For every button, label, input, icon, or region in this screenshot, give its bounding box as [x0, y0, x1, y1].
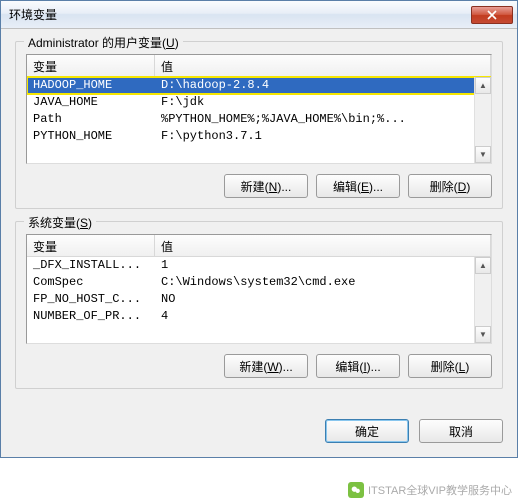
edit-button[interactable]: 编辑(E)... [316, 174, 400, 198]
table-row[interactable]: ComSpecC:\Windows\system32\cmd.exe [27, 274, 491, 291]
close-icon [487, 10, 497, 20]
titlebar[interactable]: 环境变量 [1, 1, 517, 29]
scroll-down-icon[interactable]: ▼ [475, 146, 491, 163]
table-row[interactable]: _DFX_INSTALL...1 [27, 257, 491, 274]
table-row[interactable]: PYTHON_HOMEF:\python3.7.1 [27, 128, 491, 145]
col-variable[interactable]: 变量 [27, 55, 155, 76]
table-row[interactable]: Path%PYTHON_HOME%;%JAVA_HOME%\bin;%... [27, 111, 491, 128]
ok-button[interactable]: 确定 [325, 419, 409, 443]
cell-value: F:\python3.7.1 [155, 128, 491, 145]
cell-variable: _DFX_INSTALL... [27, 257, 155, 274]
user-vars-list[interactable]: 变量 值 HADOOP_HOMED:\hadoop-2.8.4JAVA_HOME… [26, 54, 492, 164]
sys-vars-list[interactable]: 变量 值 _DFX_INSTALL...1ComSpecC:\Windows\s… [26, 234, 492, 344]
table-row[interactable]: HADOOP_HOMED:\hadoop-2.8.4 [27, 77, 491, 94]
user-vars-group: Administrator 的用户变量(U) 变量 值 HADOOP_HOMED… [15, 41, 503, 209]
table-row[interactable]: NUMBER_OF_PR...4 [27, 308, 491, 325]
watermark: ITSTAR全球VIP教学服务中心 [348, 482, 512, 498]
edit-button[interactable]: 编辑(I)... [316, 354, 400, 378]
env-vars-dialog: 环境变量 Administrator 的用户变量(U) 变量 值 HADOOP_… [0, 0, 518, 458]
scrollbar[interactable]: ▲ ▼ [474, 77, 491, 163]
cell-variable: ComSpec [27, 274, 155, 291]
cell-variable: Path [27, 111, 155, 128]
new-button[interactable]: 新建(N)... [224, 174, 308, 198]
wechat-icon [348, 482, 364, 498]
scroll-down-icon[interactable]: ▼ [475, 326, 491, 343]
dialog-buttons: 确定 取消 [1, 413, 517, 457]
table-row[interactable]: FP_NO_HOST_C...NO [27, 291, 491, 308]
col-value[interactable]: 值 [155, 235, 491, 256]
sys-vars-buttons: 新建(W)... 编辑(I)... 删除(L) [26, 354, 492, 378]
user-vars-buttons: 新建(N)... 编辑(E)... 删除(D) [26, 174, 492, 198]
window-title: 环境变量 [9, 6, 471, 23]
col-variable[interactable]: 变量 [27, 235, 155, 256]
cell-value: %PYTHON_HOME%;%JAVA_HOME%\bin;%... [155, 111, 491, 128]
sys-vars-label: 系统变量(S) [24, 214, 96, 231]
cell-value: 4 [155, 308, 491, 325]
scrollbar[interactable]: ▲ ▼ [474, 257, 491, 343]
cell-variable: FP_NO_HOST_C... [27, 291, 155, 308]
scroll-up-icon[interactable]: ▲ [475, 257, 491, 274]
user-vars-label: Administrator 的用户变量(U) [24, 34, 183, 51]
cell-value: D:\hadoop-2.8.4 [155, 77, 491, 94]
list-header: 变量 值 [27, 55, 491, 77]
col-value[interactable]: 值 [155, 55, 491, 76]
cell-value: NO [155, 291, 491, 308]
scroll-up-icon[interactable]: ▲ [475, 77, 491, 94]
new-button[interactable]: 新建(W)... [224, 354, 308, 378]
delete-button[interactable]: 删除(L) [408, 354, 492, 378]
cell-variable: NUMBER_OF_PR... [27, 308, 155, 325]
cell-variable: JAVA_HOME [27, 94, 155, 111]
list-header: 变量 值 [27, 235, 491, 257]
cell-value: 1 [155, 257, 491, 274]
cell-value: C:\Windows\system32\cmd.exe [155, 274, 491, 291]
table-row[interactable]: JAVA_HOMEF:\jdk [27, 94, 491, 111]
delete-button[interactable]: 删除(D) [408, 174, 492, 198]
close-button[interactable] [471, 6, 513, 24]
sys-vars-group: 系统变量(S) 变量 值 _DFX_INSTALL...1ComSpecC:\W… [15, 221, 503, 389]
cell-variable: PYTHON_HOME [27, 128, 155, 145]
cancel-button[interactable]: 取消 [419, 419, 503, 443]
cell-variable: HADOOP_HOME [27, 77, 155, 94]
cell-value: F:\jdk [155, 94, 491, 111]
